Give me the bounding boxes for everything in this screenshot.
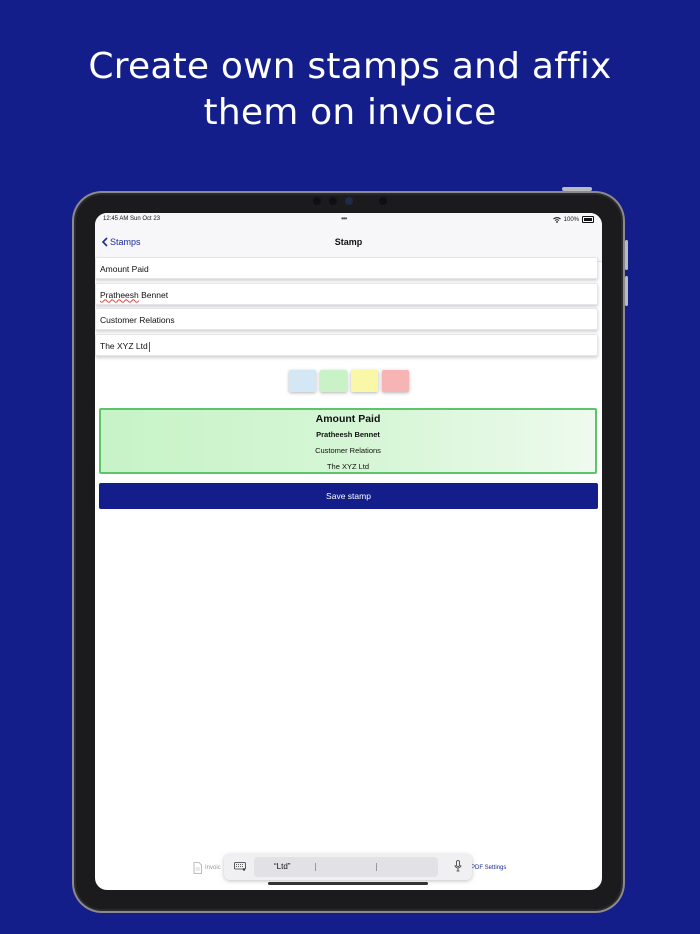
- field-value: The XYZ Ltd: [100, 340, 148, 351]
- headline-line-1: Create own stamps and affix: [88, 46, 612, 87]
- field-value: Customer Relations: [100, 315, 175, 326]
- tab-invoice-label: Invoic: [205, 865, 221, 871]
- suggestion-divider: [376, 863, 377, 871]
- suggestion-word[interactable]: “Ltd”: [274, 862, 290, 871]
- tab-pdf-settings[interactable]: PDF Settings: [471, 865, 506, 871]
- keyboard-shortcut-bar: “Ltd”: [224, 854, 472, 880]
- swatch-yellow[interactable]: [351, 370, 378, 392]
- save-stamp-button[interactable]: Save stamp: [99, 483, 598, 509]
- status-right: 100%: [552, 216, 594, 223]
- home-indicator[interactable]: [268, 882, 428, 885]
- sensor-dot: [313, 197, 321, 205]
- field-value: Bennet: [138, 289, 169, 300]
- sensor-dot: [329, 197, 337, 205]
- tab-invoice[interactable]: Invoic: [193, 862, 221, 874]
- swatch-blue[interactable]: [289, 370, 316, 392]
- swatch-green[interactable]: [320, 370, 347, 392]
- stamp-line-3-field[interactable]: Customer Relations: [95, 308, 598, 331]
- stamp-line-1-field[interactable]: Amount Paid: [95, 257, 598, 279]
- suggestion-divider: [315, 863, 316, 871]
- stamp-preview-line-4: The XYZ Ltd: [326, 462, 370, 471]
- stamp-preview: Amount Paid Pratheesh Bennet Customer Re…: [99, 408, 597, 474]
- sensor-dot: [379, 197, 387, 205]
- field-value: Amount Paid: [100, 264, 149, 274]
- multitasking-dots[interactable]: •••: [341, 214, 347, 223]
- ipad-volume-up: [625, 240, 628, 270]
- keyboard-icon[interactable]: [234, 862, 246, 871]
- stamp-preview-line-1: Amount Paid: [315, 413, 381, 425]
- camera-lens: [345, 197, 353, 205]
- text-caret: [148, 341, 150, 352]
- field-value-misspelled: Pratheesh: [100, 289, 139, 300]
- status-time: 12:45 AM Sun Oct 23: [103, 216, 161, 222]
- ipad-screen: 12:45 AM Sun Oct 23 ••• 100% Stamps Stam…: [95, 213, 602, 890]
- headline-line-2: them on invoice: [203, 92, 497, 133]
- microphone-icon[interactable]: [454, 860, 462, 872]
- status-bar: 12:45 AM Sun Oct 23 ••• 100%: [95, 213, 602, 227]
- swatch-red[interactable]: [382, 370, 409, 392]
- headline: Create own stamps and affix them on invo…: [0, 44, 700, 136]
- document-icon: [193, 862, 202, 874]
- stamp-fields: Amount Paid Pratheesh Bennet Customer Re…: [95, 257, 600, 359]
- ipad-volume-down: [625, 276, 628, 306]
- ipad-top-button: [562, 187, 592, 191]
- color-swatches: [289, 370, 409, 392]
- stamp-line-2-field[interactable]: Pratheesh Bennet: [95, 282, 598, 305]
- battery-percent: 100%: [563, 216, 579, 223]
- predictive-suggestions: “Ltd”: [254, 857, 438, 877]
- page-title: Stamp: [334, 237, 363, 247]
- stamp-preview-line-2: Pratheesh Bennet: [316, 430, 380, 439]
- wifi-icon: [552, 216, 561, 223]
- camera-bar: [305, 197, 395, 207]
- stamp-line-4-field[interactable]: The XYZ Ltd: [95, 333, 598, 356]
- stamp-preview-line-3: Customer Relations: [315, 446, 381, 455]
- battery-icon: [582, 216, 594, 223]
